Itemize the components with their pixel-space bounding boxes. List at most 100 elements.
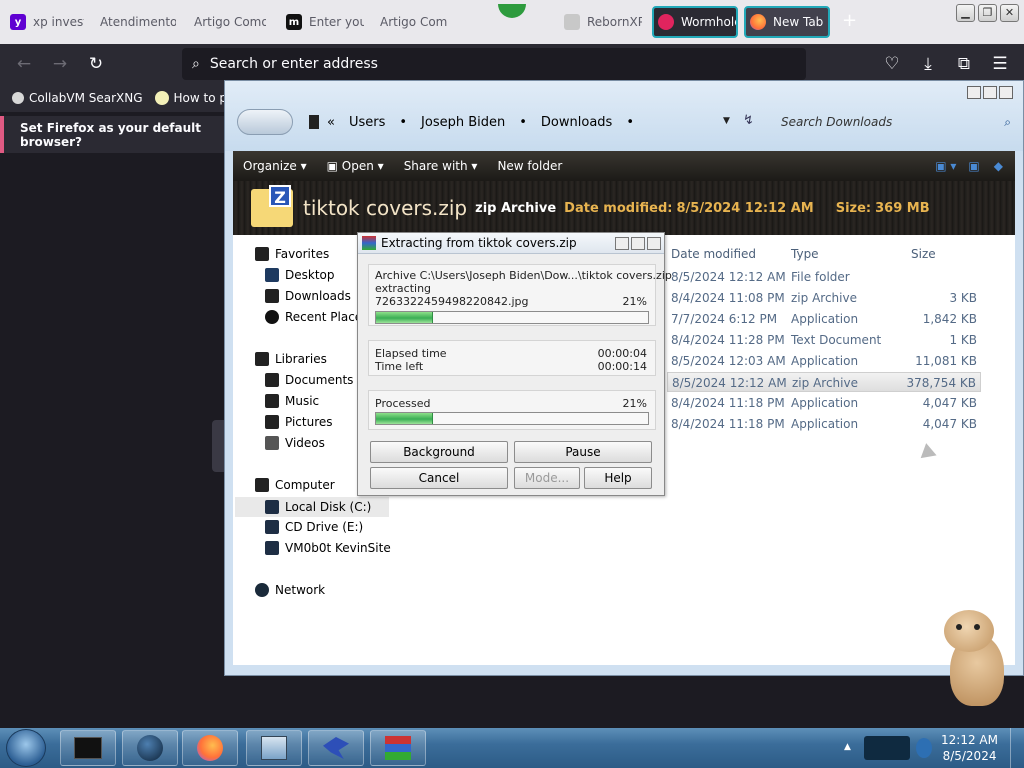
tab-wormhole[interactable]: Wormhole [652, 6, 738, 38]
explorer-minimize-button[interactable] [967, 86, 981, 99]
maximize-button[interactable]: ❐ [978, 4, 997, 22]
bookmark-collabvm[interactable]: CollabVM SearXNG [12, 91, 143, 105]
help-icon[interactable]: ◆ [994, 159, 1003, 173]
open-button[interactable]: ▣ Open ▾ [327, 159, 384, 173]
tab-artigo-como[interactable]: Artigo Como [190, 6, 266, 38]
tab-label: Artigo Com [380, 15, 448, 29]
file-row[interactable]: 7/7/2024 6:12 PM Application 1,842 KB [667, 309, 981, 329]
background-button[interactable]: Background [370, 441, 508, 463]
share-with-button[interactable]: Share with ▾ [404, 159, 478, 173]
nav-music[interactable]: Music [265, 394, 319, 408]
back-icon[interactable]: ← [14, 54, 34, 74]
tab-enter-you[interactable]: m Enter you [282, 6, 364, 38]
explorer-close-button[interactable] [999, 86, 1013, 99]
hamster-mascot-image [940, 606, 1006, 706]
tab-label: Enter you [309, 15, 364, 29]
new-folder-button[interactable]: New folder [497, 159, 562, 173]
show-desktop-button[interactable] [1010, 728, 1024, 768]
dialog-maximize-button[interactable] [631, 236, 645, 250]
nav-cd-drive[interactable]: CD Drive (E:) [265, 520, 363, 534]
bird-icon [323, 737, 349, 759]
help-button[interactable]: Help [584, 467, 652, 489]
organize-button[interactable]: Organize ▾ [243, 159, 307, 173]
tab-atendimento[interactable]: Atendimento [96, 6, 176, 38]
show-hidden-icons[interactable]: ▲ [844, 742, 851, 752]
computer-icon [255, 478, 269, 492]
nav-libraries[interactable]: Libraries [255, 352, 327, 366]
tab-xp-investi[interactable]: y xp investi [6, 6, 84, 38]
nav-vm-kevinsite[interactable]: VM0b0t KevinSite [265, 541, 391, 555]
taskbar-firefox[interactable] [182, 730, 238, 766]
minimize-button[interactable]: ▁ [956, 4, 975, 22]
file-progress-fill [376, 312, 434, 323]
tab-artigo-com[interactable]: Artigo Com [376, 6, 450, 38]
column-type[interactable]: Type [791, 247, 819, 261]
taskbar-terminal[interactable] [60, 730, 116, 766]
tray-bluetooth-icon[interactable] [864, 736, 910, 760]
explorer-maximize-button[interactable] [983, 86, 997, 99]
window-controls [965, 86, 1013, 99]
taskbar-control-panel[interactable] [246, 730, 302, 766]
column-date-modified[interactable]: Date modified [671, 247, 756, 261]
url-input[interactable]: Search or enter address [210, 56, 378, 72]
row-size: 1,842 KB [922, 312, 977, 326]
processed-box: Processed 21% [368, 390, 656, 430]
nav-local-disk[interactable]: Local Disk (C:) [235, 497, 389, 517]
preview-pane-icon[interactable]: ▣ [968, 159, 979, 173]
view-options-icon[interactable]: ▣ ▾ [935, 159, 956, 173]
address-dropdown-icon[interactable]: ▼ [723, 116, 730, 126]
taskbar-winrar[interactable] [370, 730, 426, 766]
download-icon[interactable]: ⤓ [918, 54, 938, 74]
nav-videos[interactable]: Videos [265, 436, 325, 450]
file-row[interactable]: 8/5/2024 12:03 AM Application 11,081 KB [667, 351, 981, 371]
pause-button[interactable]: Pause [514, 441, 652, 463]
breadcrumb-users[interactable]: Users [349, 115, 385, 130]
back-forward-buttons[interactable] [237, 109, 293, 135]
nav-label: Pictures [285, 415, 333, 429]
close-window-button[interactable]: ✕ [1000, 4, 1019, 22]
search-field[interactable]: Search Downloads ⌕ [779, 111, 1011, 133]
menu-icon[interactable]: ☰ [990, 54, 1010, 74]
nav-computer[interactable]: Computer [255, 478, 335, 492]
forward-icon[interactable]: → [50, 54, 70, 74]
notification-text: Set Firefox as your default browser? [20, 120, 202, 149]
breadcrumb-joseph-biden[interactable]: Joseph Biden [421, 115, 505, 130]
pocket-icon[interactable]: ♡ [882, 54, 902, 74]
tray-network-icon[interactable] [916, 738, 932, 758]
file-row[interactable]: 8/4/2024 11:18 PM Application 4,047 KB [667, 393, 981, 413]
address-bar[interactable]: « Users • Joseph Biden • Downloads • [309, 109, 763, 135]
file-row[interactable]: 8/4/2024 11:08 PM zip Archive 3 KB [667, 288, 981, 308]
mode-button[interactable]: Mode... [514, 467, 580, 489]
breadcrumb-downloads[interactable]: Downloads [541, 115, 612, 130]
nav-label: Network [275, 583, 326, 597]
cancel-button[interactable]: Cancel [370, 467, 508, 489]
system-clock[interactable]: 12:12 AM 8/5/2024 [941, 732, 998, 764]
nav-network[interactable]: Network [255, 583, 325, 597]
close-tab-icon[interactable]: ✕ [829, 14, 830, 30]
nav-desktop[interactable]: Desktop [265, 268, 335, 282]
nav-downloads[interactable]: Downloads [265, 289, 351, 303]
dialog-minimize-button[interactable] [615, 236, 629, 250]
url-bar[interactable]: ⌕ Search or enter address [182, 48, 806, 80]
tab-new-tab[interactable]: New Tab ✕ [744, 6, 830, 38]
file-row[interactable]: 8/4/2024 11:18 PM Application 4,047 KB [667, 414, 981, 434]
nav-documents[interactable]: Documents [265, 373, 353, 387]
details-file-name: tiktok covers.zip [303, 196, 468, 220]
dialog-close-button[interactable] [647, 236, 661, 250]
taskbar-ie[interactable] [122, 730, 178, 766]
extensions-icon[interactable]: ⧉ [954, 54, 974, 74]
tab-rebornxp[interactable]: RebornXP [560, 6, 642, 38]
new-tab-button[interactable]: + [842, 12, 857, 30]
nav-recent-places[interactable]: Recent Places [265, 310, 368, 324]
start-button[interactable] [6, 729, 46, 767]
refresh-icon[interactable]: ↯ [743, 113, 754, 128]
file-row[interactable]: 8/4/2024 11:28 PM Text Document 1 KB [667, 330, 981, 350]
file-row[interactable]: 8/5/2024 12:12 AM File folder [667, 267, 981, 287]
nav-pictures[interactable]: Pictures [265, 415, 333, 429]
column-size[interactable]: Size [911, 247, 936, 261]
elapsed-value: 00:00:04 [597, 347, 647, 360]
reload-icon[interactable]: ↻ [86, 54, 106, 74]
nav-favorites[interactable]: Favorites [255, 247, 329, 261]
file-row-selected[interactable]: 8/5/2024 12:12 AM zip Archive 378,754 KB [667, 372, 981, 392]
taskbar-bird-app[interactable] [308, 730, 364, 766]
